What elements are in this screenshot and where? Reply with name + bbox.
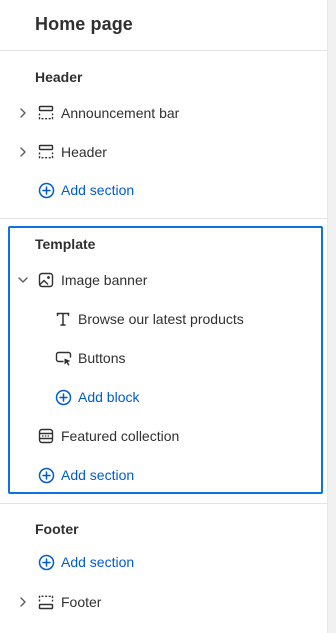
section-item-header[interactable]: Header: [0, 136, 327, 168]
add-block-button[interactable]: Add block: [0, 381, 327, 413]
section-item-image-banner[interactable]: Image banner: [0, 264, 327, 296]
header-group-heading: Header: [35, 69, 83, 85]
plus-circle-icon: [37, 553, 55, 571]
add-section-button-footer[interactable]: Add section: [0, 546, 327, 578]
divider: [0, 50, 327, 51]
template-group-heading: Template: [35, 236, 96, 252]
add-section-label: Add section: [61, 554, 135, 570]
section-icon: [37, 104, 55, 122]
section-item-footer[interactable]: Footer: [0, 586, 327, 618]
add-block-label: Add block: [78, 389, 140, 405]
text-icon: [54, 310, 72, 328]
plus-circle-icon: [37, 466, 55, 484]
block-item-label: Buttons: [78, 350, 126, 366]
divider: [0, 503, 327, 504]
divider: [0, 218, 327, 219]
section-item-label: Header: [61, 144, 107, 160]
add-section-label: Add section: [61, 467, 135, 483]
add-section-button-header[interactable]: Add section: [0, 174, 327, 206]
chevron-right-icon[interactable]: [18, 108, 28, 118]
section-item-label: Footer: [61, 594, 102, 610]
chevron-right-icon[interactable]: [18, 147, 28, 157]
block-item-label: Browse our latest products: [78, 311, 244, 327]
button-icon: [54, 349, 72, 367]
section-item-featured-collection[interactable]: Featured collection: [0, 420, 327, 452]
section-item-label: Featured collection: [61, 428, 180, 444]
add-section-button-template[interactable]: Add section: [0, 459, 327, 491]
chevron-right-icon[interactable]: [18, 597, 28, 607]
footer-group-heading: Footer: [35, 521, 79, 537]
scrollbar[interactable]: [327, 0, 336, 633]
section-item-label: Announcement bar: [61, 105, 180, 121]
plus-circle-icon: [37, 181, 55, 199]
section-icon: [37, 143, 55, 161]
section-item-announcement-bar[interactable]: Announcement bar: [0, 97, 327, 129]
add-section-label: Add section: [61, 182, 135, 198]
plus-circle-icon: [54, 388, 72, 406]
page-title: Home page: [35, 14, 133, 34]
section-tree-panel: Home page Header Announcement bar Header…: [0, 0, 327, 633]
image-icon: [37, 271, 55, 289]
chevron-down-icon[interactable]: [18, 275, 28, 285]
section-item-label: Image banner: [61, 272, 148, 288]
footer-icon: [37, 593, 55, 611]
collection-icon: [37, 427, 55, 445]
block-item-buttons[interactable]: Buttons: [0, 342, 327, 374]
block-item-text[interactable]: Browse our latest products: [0, 303, 327, 335]
